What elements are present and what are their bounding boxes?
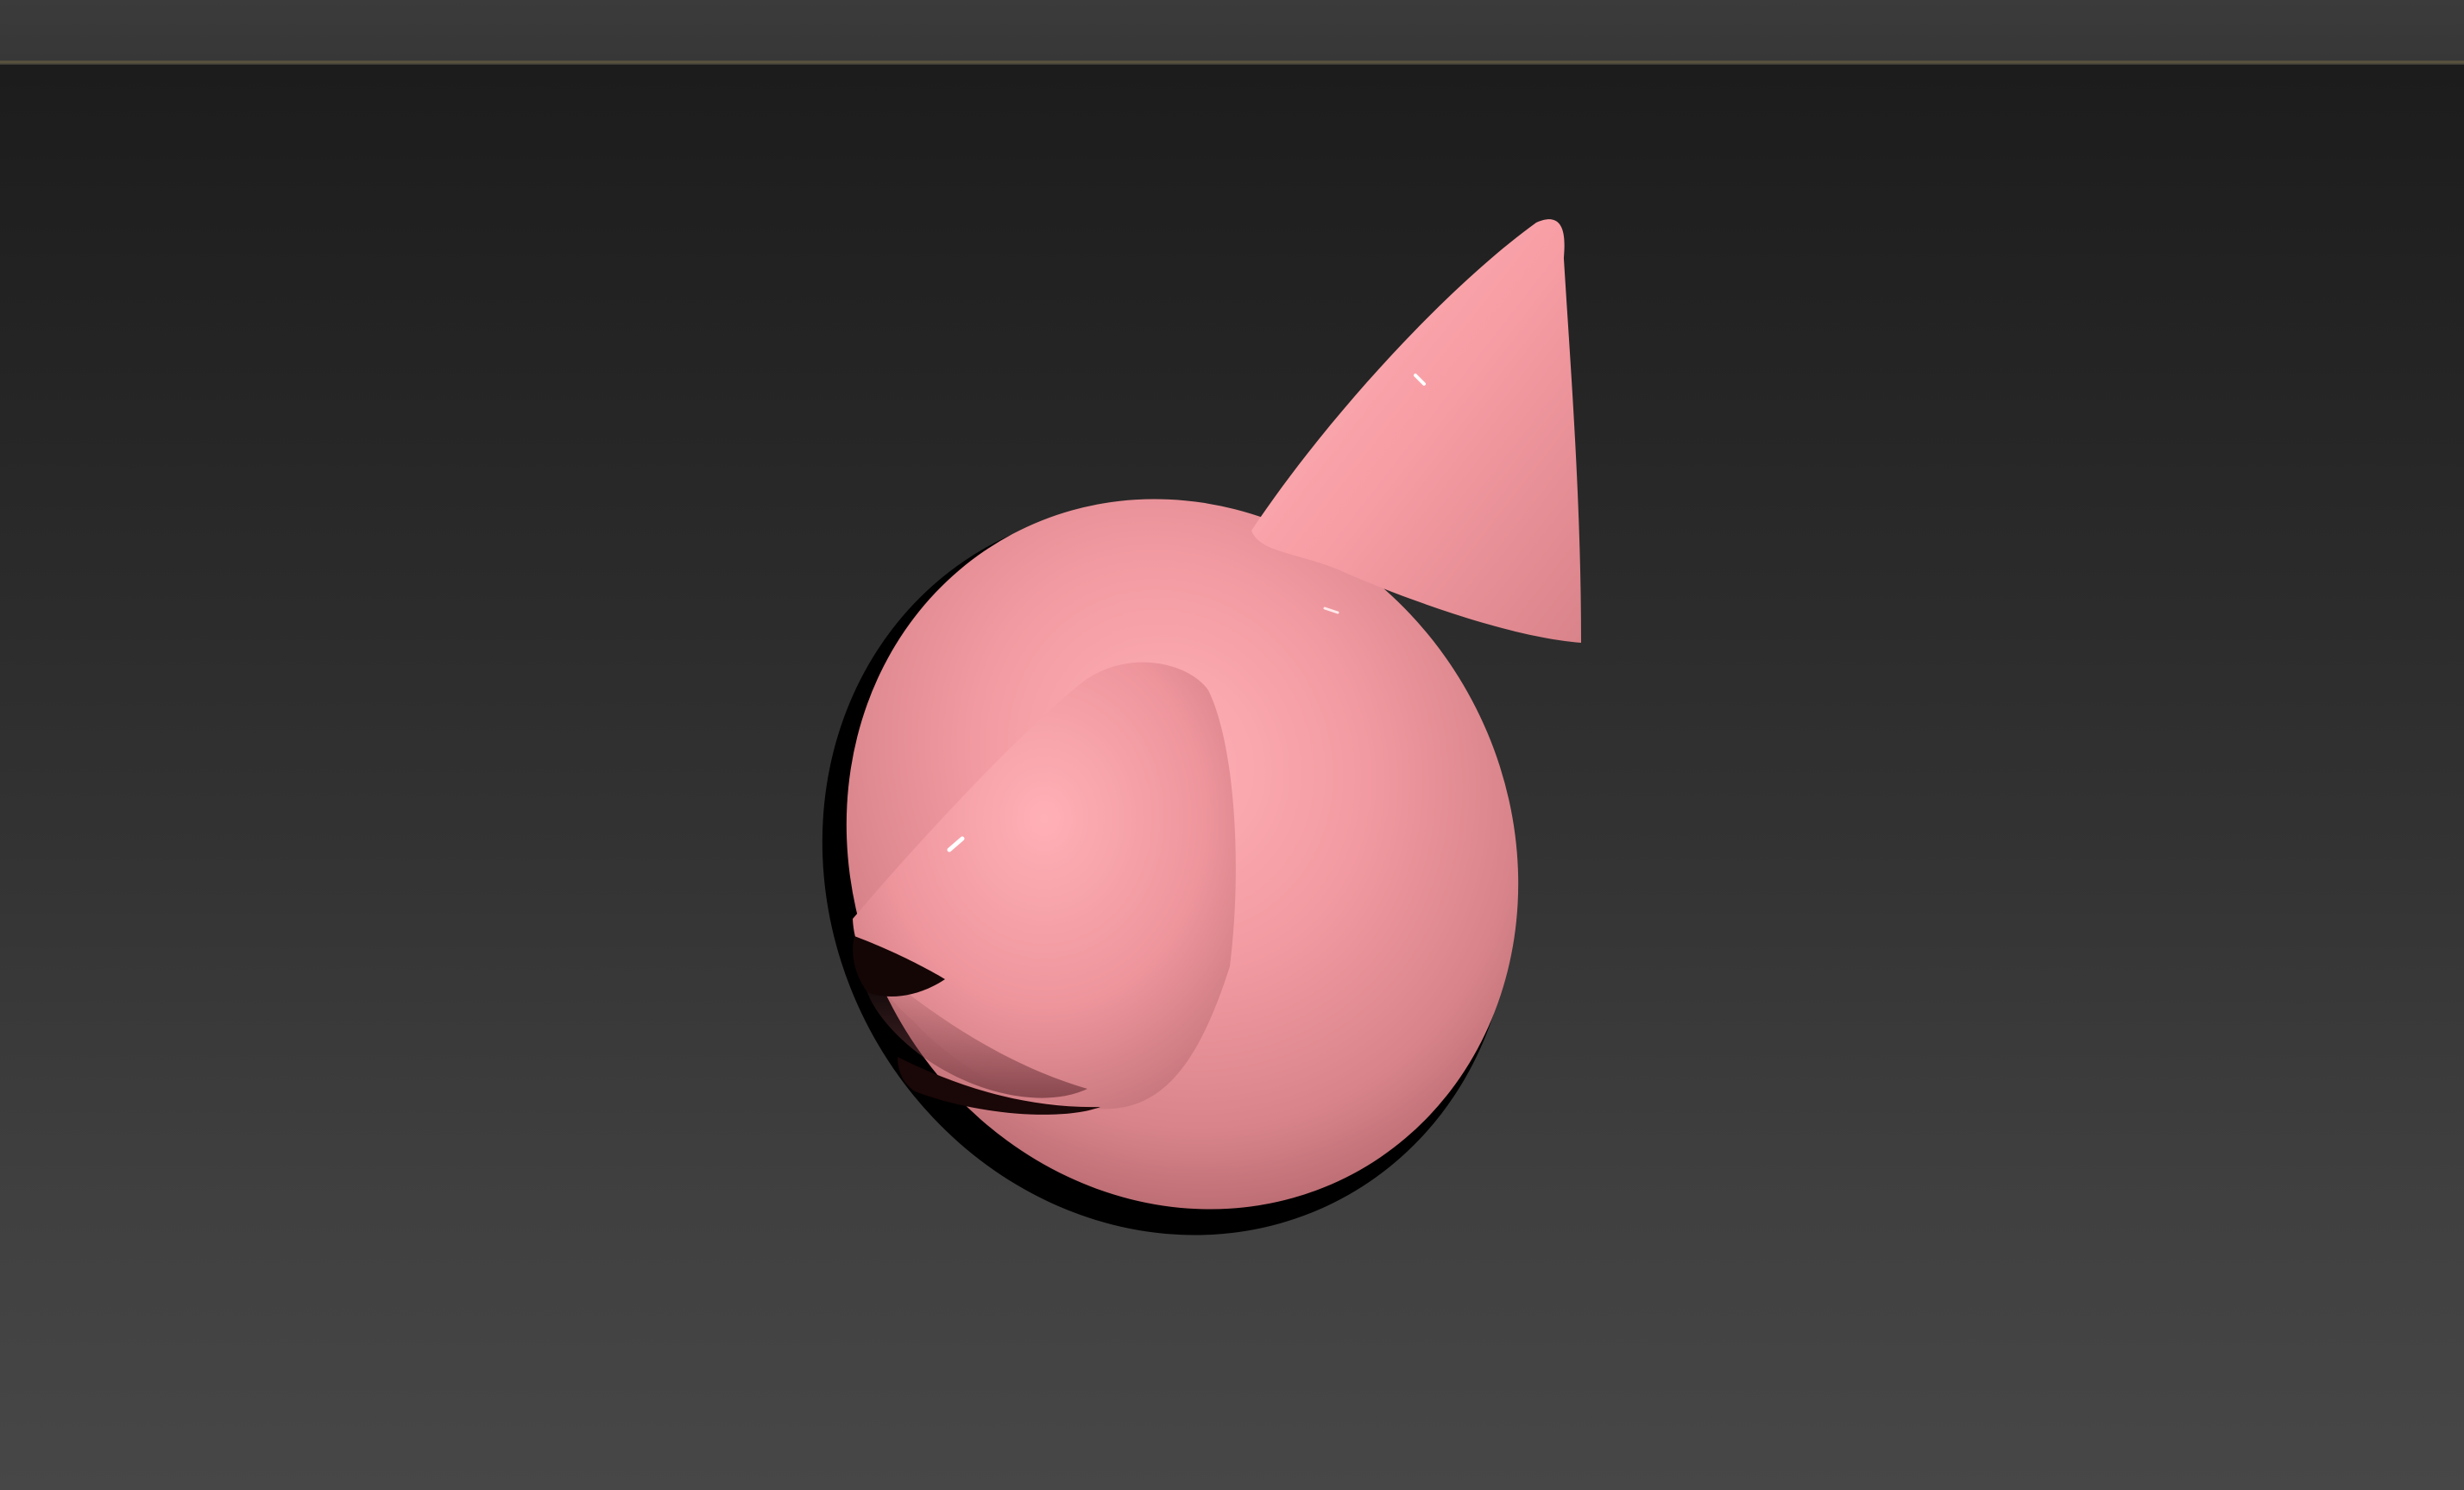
application-window — [0, 0, 2464, 1490]
cat-head-model[interactable] — [0, 65, 2464, 1490]
3d-viewport[interactable] — [0, 65, 2464, 1490]
top-toolbar — [0, 0, 2464, 60]
